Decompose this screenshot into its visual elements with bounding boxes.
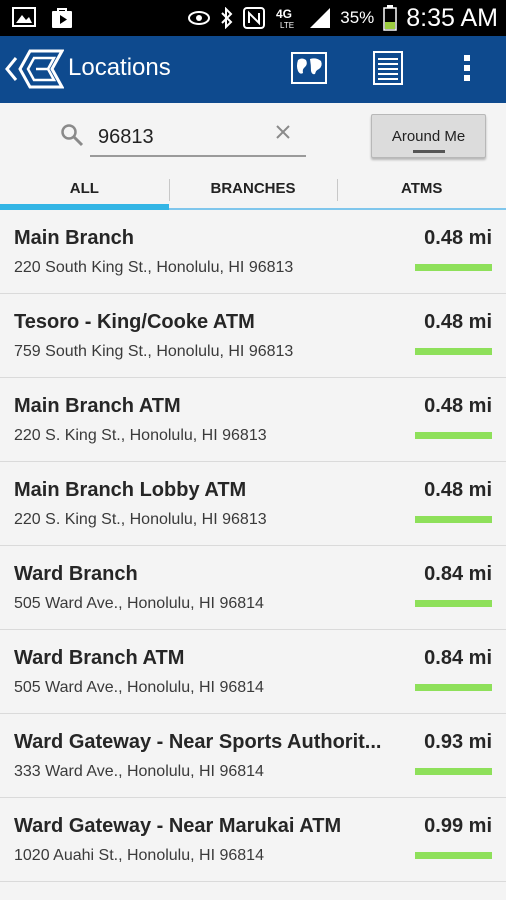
clear-icon[interactable] [274,123,292,141]
search-icon [61,124,84,147]
location-row[interactable]: Ward Branch ATM 505 Ward Ave., Honolulu,… [0,630,506,714]
location-row[interactable]: Main Branch Lobby ATM 220 S. King St., H… [0,462,506,546]
location-address: 220 S. King St., Honolulu, HI 96813 [14,427,267,444]
tab-atms[interactable]: ATMS [337,177,506,208]
tab-branches[interactable]: BRANCHES [168,177,338,208]
distance-bar [415,600,492,607]
location-distance: 0.48 mi [424,395,492,417]
network-4g-lte-icon: 4G LTE [276,7,294,30]
location-address: 505 Ward Ave., Honolulu, HI 96814 [14,595,264,612]
play-store-icon [52,8,72,28]
status-bar: 4G LTE 35% 8:35 AM [0,0,506,36]
location-row[interactable]: Tesoro - King/Cooke ATM 759 South King S… [0,294,506,378]
app-bar: Locations [0,36,506,103]
distance-bar [415,516,492,523]
distance-bar [415,348,492,355]
location-row[interactable]: Ward Branch 505 Ward Ave., Honolulu, HI … [0,546,506,630]
location-name: Ward Gateway - Near Marukai ATM [14,815,342,837]
around-me-button[interactable]: Around Me [371,114,486,158]
location-name: Ward Gateway - Near Sports Authorit... [14,731,382,753]
list-view-icon[interactable] [372,50,404,86]
battery-percent: 35% [340,8,375,27]
location-name: Main Branch [14,227,135,249]
distance-bar [415,264,492,271]
location-address: 220 S. King St., Honolulu, HI 96813 [14,511,267,528]
location-address: 220 South King St., Honolulu, HI 96813 [14,259,294,276]
location-distance: 0.84 mi [424,647,492,669]
gallery-icon [12,7,36,27]
location-distance: 0.99 mi [424,815,492,837]
location-name: Ward Branch [14,563,138,585]
location-name: Main Branch Lobby ATM [14,479,247,501]
location-distance: 0.48 mi [424,479,492,501]
location-row[interactable]: Main Branch ATM 220 S. King St., Honolul… [0,378,506,462]
bluetooth-icon [221,7,233,29]
location-distance: 0.93 mi [424,731,492,753]
overflow-menu-icon[interactable] [460,50,474,86]
around-me-indicator [413,150,445,153]
nfc-icon [243,7,266,29]
location-row[interactable]: Ward Gateway - Near Sports Authorit... 3… [0,714,506,798]
location-name: Tesoro - King/Cooke ATM [14,311,255,333]
eye-icon [188,11,211,25]
location-row[interactable]: Ward Gateway - Near Marukai ATM 1020 Aua… [0,798,506,882]
location-distance: 0.84 mi [424,563,492,585]
location-distance: 0.48 mi [424,227,492,249]
search-row: Around Me [0,103,506,177]
filter-tabs: ALL BRANCHES ATMS [0,177,506,210]
battery-icon [383,5,398,31]
location-address: 759 South King St., Honolulu, HI 96813 [14,343,294,360]
map-icon[interactable] [290,50,328,86]
location-address: 1020 Auahi St., Honolulu, HI 96814 [14,847,264,864]
clock: 8:35 AM [406,3,498,32]
page-title: Locations [68,54,171,81]
around-me-label: Around Me [391,128,466,145]
back-chevron-icon[interactable] [4,54,18,84]
locations-list: Main Branch 220 South King St., Honolulu… [0,210,506,882]
distance-bar [415,852,492,859]
location-address: 505 Ward Ave., Honolulu, HI 96814 [14,679,264,696]
signal-icon [310,8,331,28]
distance-bar [415,768,492,775]
distance-bar [415,432,492,439]
tab-all[interactable]: ALL [0,177,169,210]
location-distance: 0.48 mi [424,311,492,333]
distance-bar [415,684,492,691]
location-address: 333 Ward Ave., Honolulu, HI 96814 [14,763,264,780]
svg-text:LTE: LTE [280,21,294,30]
location-name: Main Branch ATM [14,395,181,417]
location-name: Ward Branch ATM [14,647,185,669]
svg-text:4G: 4G [276,7,292,21]
bank-logo-icon[interactable] [18,49,64,89]
location-row[interactable]: Main Branch 220 South King St., Honolulu… [0,210,506,294]
